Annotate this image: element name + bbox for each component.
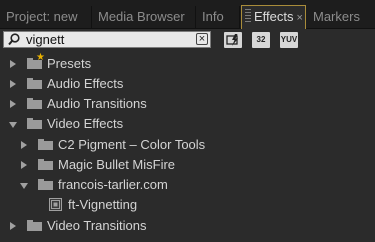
tree-item-c2-pigment[interactable]: C2 Pigment – Color Tools	[0, 135, 375, 155]
tree-item-francois-tarlier[interactable]: francois-tarlier.com	[0, 175, 375, 195]
folder-icon	[27, 78, 42, 89]
accelerated-effects-icon	[226, 34, 238, 46]
expand-arrow-icon[interactable]	[21, 161, 27, 169]
folder-icon	[27, 118, 42, 129]
tab-markers[interactable]: Markers	[307, 6, 375, 28]
tree-item-label: Video Transitions	[47, 218, 147, 233]
expand-arrow-icon[interactable]	[10, 222, 16, 230]
expand-arrow-icon[interactable]	[10, 80, 16, 88]
collapse-arrow-icon[interactable]	[9, 122, 17, 128]
search-icon	[8, 33, 20, 46]
tab-label: Effects	[254, 9, 294, 24]
folder-icon	[38, 159, 53, 170]
tree-item-magic-bullet-misfire[interactable]: Magic Bullet MisFire	[0, 155, 375, 175]
tree-item-ft-vignetting[interactable]: ft-Vignetting	[0, 195, 375, 215]
tree-item-label: Video Effects	[47, 116, 124, 131]
folder-icon	[27, 98, 42, 109]
tree-item-label: Audio Transitions	[47, 96, 147, 111]
preset-folder-icon: ★	[27, 53, 45, 69]
32bit-filter-button[interactable]: 32	[252, 32, 270, 48]
tree-item-label: Audio Effects	[47, 76, 124, 91]
clear-search-icon[interactable]: ×	[196, 33, 208, 45]
folder-icon	[38, 139, 53, 150]
collapse-arrow-icon[interactable]	[20, 183, 28, 189]
tree-item-label: Magic Bullet MisFire	[58, 157, 176, 172]
panel-tab-bar: Project: new Media Browser Info Effects ×…	[0, 0, 375, 29]
tab-info[interactable]: Info	[196, 6, 240, 28]
folder-icon	[27, 220, 42, 231]
tree-item-label: Presets	[47, 56, 92, 71]
effect-icon	[49, 198, 62, 211]
tree-item-audio-transitions[interactable]: Audio Transitions	[0, 94, 375, 114]
expand-arrow-icon[interactable]	[10, 60, 16, 68]
tab-effects[interactable]: Effects ×	[241, 5, 306, 29]
tree-item-video-effects[interactable]: Video Effects	[0, 114, 375, 134]
tree-item-label: C2 Pigment – Color Tools	[58, 137, 206, 152]
tab-label: Media Browser	[98, 9, 185, 24]
tab-media-browser[interactable]: Media Browser	[92, 6, 196, 28]
panel-grip-icon[interactable]	[245, 9, 251, 23]
folder-icon	[38, 179, 53, 190]
tree-item-presets[interactable]: ★ Presets	[0, 53, 375, 74]
tab-project[interactable]: Project: new	[0, 6, 92, 28]
tree-item-video-transitions[interactable]: Video Transitions	[0, 216, 375, 236]
yuv-filter-button[interactable]: YUV	[280, 32, 298, 48]
accelerated-effects-filter-button[interactable]	[224, 32, 242, 48]
search-input[interactable]	[26, 32, 186, 47]
tab-label: Project: new	[6, 9, 78, 24]
expand-arrow-icon[interactable]	[21, 141, 27, 149]
tab-label: Markers	[313, 9, 360, 24]
expand-arrow-icon[interactable]	[10, 100, 16, 108]
tree-item-label: francois-tarlier.com	[58, 177, 168, 192]
close-icon[interactable]: ×	[297, 12, 303, 24]
search-toolbar: × 32 YUV	[0, 29, 375, 52]
tab-label: Info	[202, 9, 224, 24]
tree-item-audio-effects[interactable]: Audio Effects	[0, 74, 375, 94]
tree-item-label: ft-Vignetting	[68, 197, 138, 212]
search-box[interactable]: ×	[3, 31, 211, 48]
